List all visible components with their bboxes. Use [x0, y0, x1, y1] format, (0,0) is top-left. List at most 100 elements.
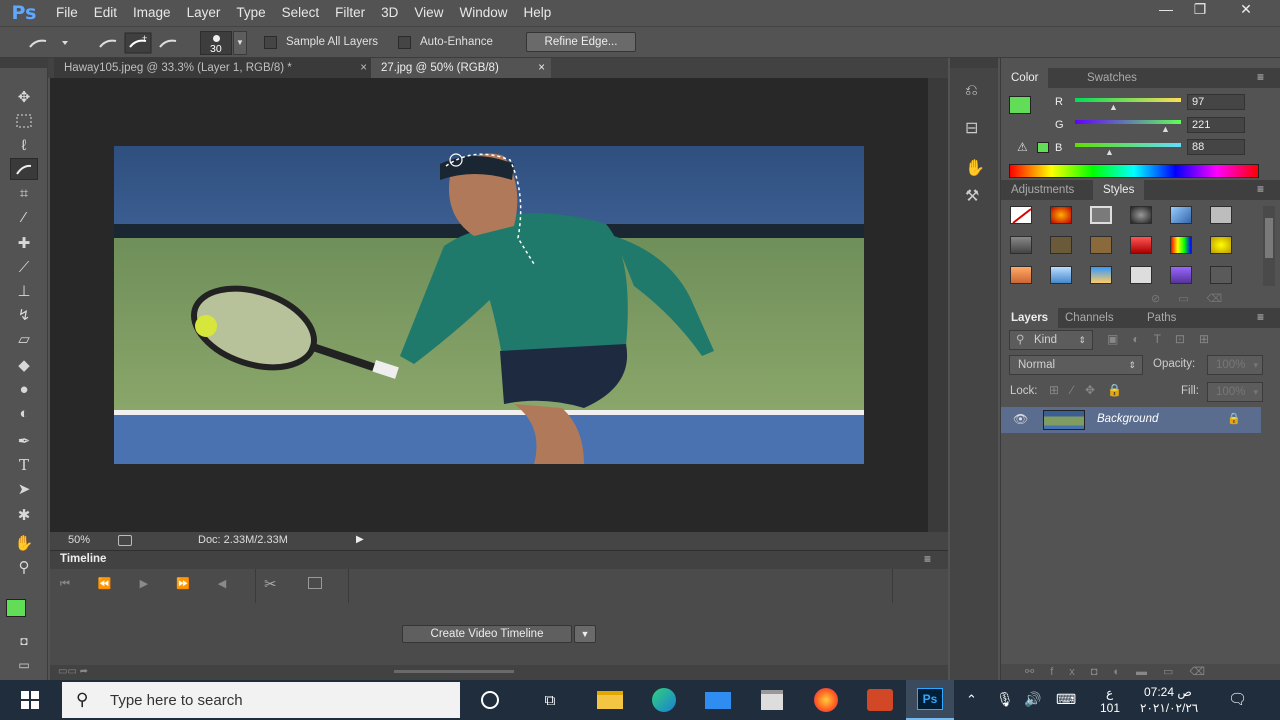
transition-icon[interactable]: [308, 577, 322, 589]
audio-icon[interactable]: ◀: [218, 578, 254, 590]
brush-tool-icon[interactable]: ⟋: [10, 256, 38, 278]
style-swatch[interactable]: [1170, 266, 1192, 284]
close-icon[interactable]: ×: [538, 58, 545, 78]
blur-tool-icon[interactable]: ●: [10, 378, 38, 400]
styles-scrollbar[interactable]: [1263, 206, 1275, 286]
style-swatch[interactable]: [1050, 236, 1072, 254]
timeline-footer-icons[interactable]: ▭▭ ➦: [58, 666, 88, 677]
history-brush-tool-icon[interactable]: ↯: [10, 304, 38, 326]
r-slider[interactable]: [1075, 98, 1181, 102]
prev-frame-icon[interactable]: ⏪: [98, 578, 140, 590]
tool-preset-picker[interactable]: [28, 35, 68, 51]
store-icon[interactable]: [748, 680, 796, 720]
path-selection-tool-icon[interactable]: ➤: [10, 478, 38, 500]
g-value[interactable]: 221: [1187, 117, 1245, 133]
style-swatch[interactable]: [1210, 206, 1232, 224]
color-spectrum-ramp[interactable]: [1009, 164, 1259, 178]
layer-filter-icons[interactable]: ▣◐T⊡⊞: [1107, 332, 1223, 346]
doc-tab-27[interactable]: 27.jpg @ 50% (RGB/8) ×: [371, 58, 551, 78]
r-value[interactable]: 97: [1187, 94, 1245, 110]
next-frame-icon[interactable]: ⏩: [176, 578, 218, 590]
input-language[interactable]: ع: [1106, 686, 1113, 700]
close-icon[interactable]: ×: [360, 58, 367, 78]
style-swatch[interactable]: [1090, 266, 1112, 284]
style-none[interactable]: [1010, 206, 1032, 224]
play-icon[interactable]: ▶: [140, 578, 176, 590]
windows-start-icon[interactable]: [6, 680, 54, 720]
style-swatch[interactable]: [1010, 266, 1032, 284]
b-value[interactable]: 88: [1187, 139, 1245, 155]
web-safe-swatch[interactable]: [1037, 142, 1049, 153]
screen-mode-icon[interactable]: ▭: [10, 654, 38, 676]
crop-tool-icon[interactable]: ⌗: [10, 182, 38, 204]
canvas-area[interactable]: [50, 78, 928, 532]
zoom-tool-icon[interactable]: ⚲: [10, 556, 38, 578]
volume-icon[interactable]: 🔊: [1024, 691, 1041, 708]
chevron-up-icon[interactable]: ⌃: [966, 692, 977, 708]
tab-channels[interactable]: Channels: [1055, 308, 1124, 328]
panel-menu-icon[interactable]: ≡: [1257, 70, 1264, 84]
slider-thumb-icon[interactable]: ▲: [1105, 147, 1114, 157]
style-swatch[interactable]: [1210, 236, 1232, 254]
style-swatch[interactable]: [1090, 206, 1112, 224]
style-swatch[interactable]: [1170, 236, 1192, 254]
menu-window[interactable]: Window: [451, 0, 515, 26]
close-button[interactable]: ✕: [1230, 0, 1262, 20]
quick-mask-icon[interactable]: ◘: [10, 630, 38, 652]
firefox-icon[interactable]: [802, 680, 850, 720]
style-swatch[interactable]: [1130, 206, 1152, 224]
clock-date[interactable]: ٢٠٢١/٠٢/٢٦: [1140, 701, 1198, 715]
menu-edit[interactable]: Edit: [86, 0, 125, 26]
style-swatch[interactable]: [1050, 206, 1072, 224]
status-menu-arrow-icon[interactable]: ▶: [356, 534, 364, 545]
minimize-button[interactable]: —: [1150, 0, 1182, 20]
mail-icon[interactable]: [694, 680, 742, 720]
color-foreground-swatch[interactable]: [1009, 96, 1031, 114]
styles-footer-icons[interactable]: ⊘▭⌫: [1151, 292, 1240, 305]
photoshop-taskbar-icon[interactable]: Ps: [906, 680, 954, 720]
paint-bucket-tool-icon[interactable]: ◆: [10, 354, 38, 376]
tab-adjustments[interactable]: Adjustments: [1001, 180, 1084, 200]
file-explorer-icon[interactable]: [586, 680, 634, 720]
layer-name[interactable]: Background: [1097, 413, 1158, 425]
layer-row-background[interactable]: 👁 Background 🔒: [1001, 407, 1261, 433]
menu-file[interactable]: File: [48, 0, 86, 26]
microphone-icon[interactable]: 🎙: [996, 691, 1014, 708]
refine-edge-button[interactable]: Refine Edge...: [526, 32, 636, 52]
scroll-thumb[interactable]: [1265, 218, 1273, 258]
b-slider[interactable]: [1075, 143, 1181, 147]
style-swatch[interactable]: [1210, 266, 1232, 284]
brush-presets-icon[interactable]: ✋: [965, 158, 985, 178]
slider-thumb-icon[interactable]: ▲: [1161, 124, 1170, 134]
taskbar-search-box[interactable]: ⚲ Type here to search: [62, 682, 460, 718]
tab-layers[interactable]: Layers: [1001, 308, 1059, 328]
history-icon[interactable]: ⎌: [965, 82, 978, 100]
auto-enhance-checkbox[interactable]: [398, 36, 411, 49]
sample-all-layers-checkbox[interactable]: [264, 36, 277, 49]
style-swatch[interactable]: [1170, 206, 1192, 224]
quick-selection-tool-icon[interactable]: [10, 158, 38, 180]
menu-3d[interactable]: 3D: [373, 0, 406, 26]
notifications-icon[interactable]: 🗨: [1228, 690, 1247, 708]
first-frame-icon[interactable]: ⏮: [60, 578, 98, 590]
lock-icons[interactable]: ⊞⁄✥🔒: [1049, 383, 1134, 397]
menu-layer[interactable]: Layer: [179, 0, 229, 26]
keyboard-icon[interactable]: ⌨: [1056, 691, 1076, 708]
hand-tool-icon[interactable]: ✋: [10, 532, 38, 554]
menu-filter[interactable]: Filter: [327, 0, 373, 26]
type-tool-icon[interactable]: T: [10, 454, 38, 476]
task-view-icon[interactable]: ⧉: [526, 680, 574, 720]
export-icon[interactable]: [118, 535, 132, 546]
slider-thumb-icon[interactable]: ▲: [1109, 102, 1118, 112]
lasso-tool-icon[interactable]: ℓ: [10, 134, 38, 156]
tab-styles[interactable]: Styles: [1093, 180, 1145, 200]
layers-footer-icons[interactable]: ⚯fx◘◐▬▭⌫: [1025, 665, 1221, 678]
move-tool-icon[interactable]: ✥: [10, 86, 38, 108]
layer-filter-kind[interactable]: ⚲ Kind ⇕: [1009, 330, 1093, 350]
fill-field[interactable]: 100% ▾: [1207, 382, 1263, 402]
eye-icon[interactable]: 👁: [1013, 412, 1028, 426]
custom-shape-tool-icon[interactable]: ✱: [10, 504, 38, 526]
timeline-zoom-slider[interactable]: [394, 670, 514, 673]
brush-size-picker[interactable]: 30: [200, 31, 232, 55]
scissors-icon[interactable]: ✂: [264, 575, 277, 593]
